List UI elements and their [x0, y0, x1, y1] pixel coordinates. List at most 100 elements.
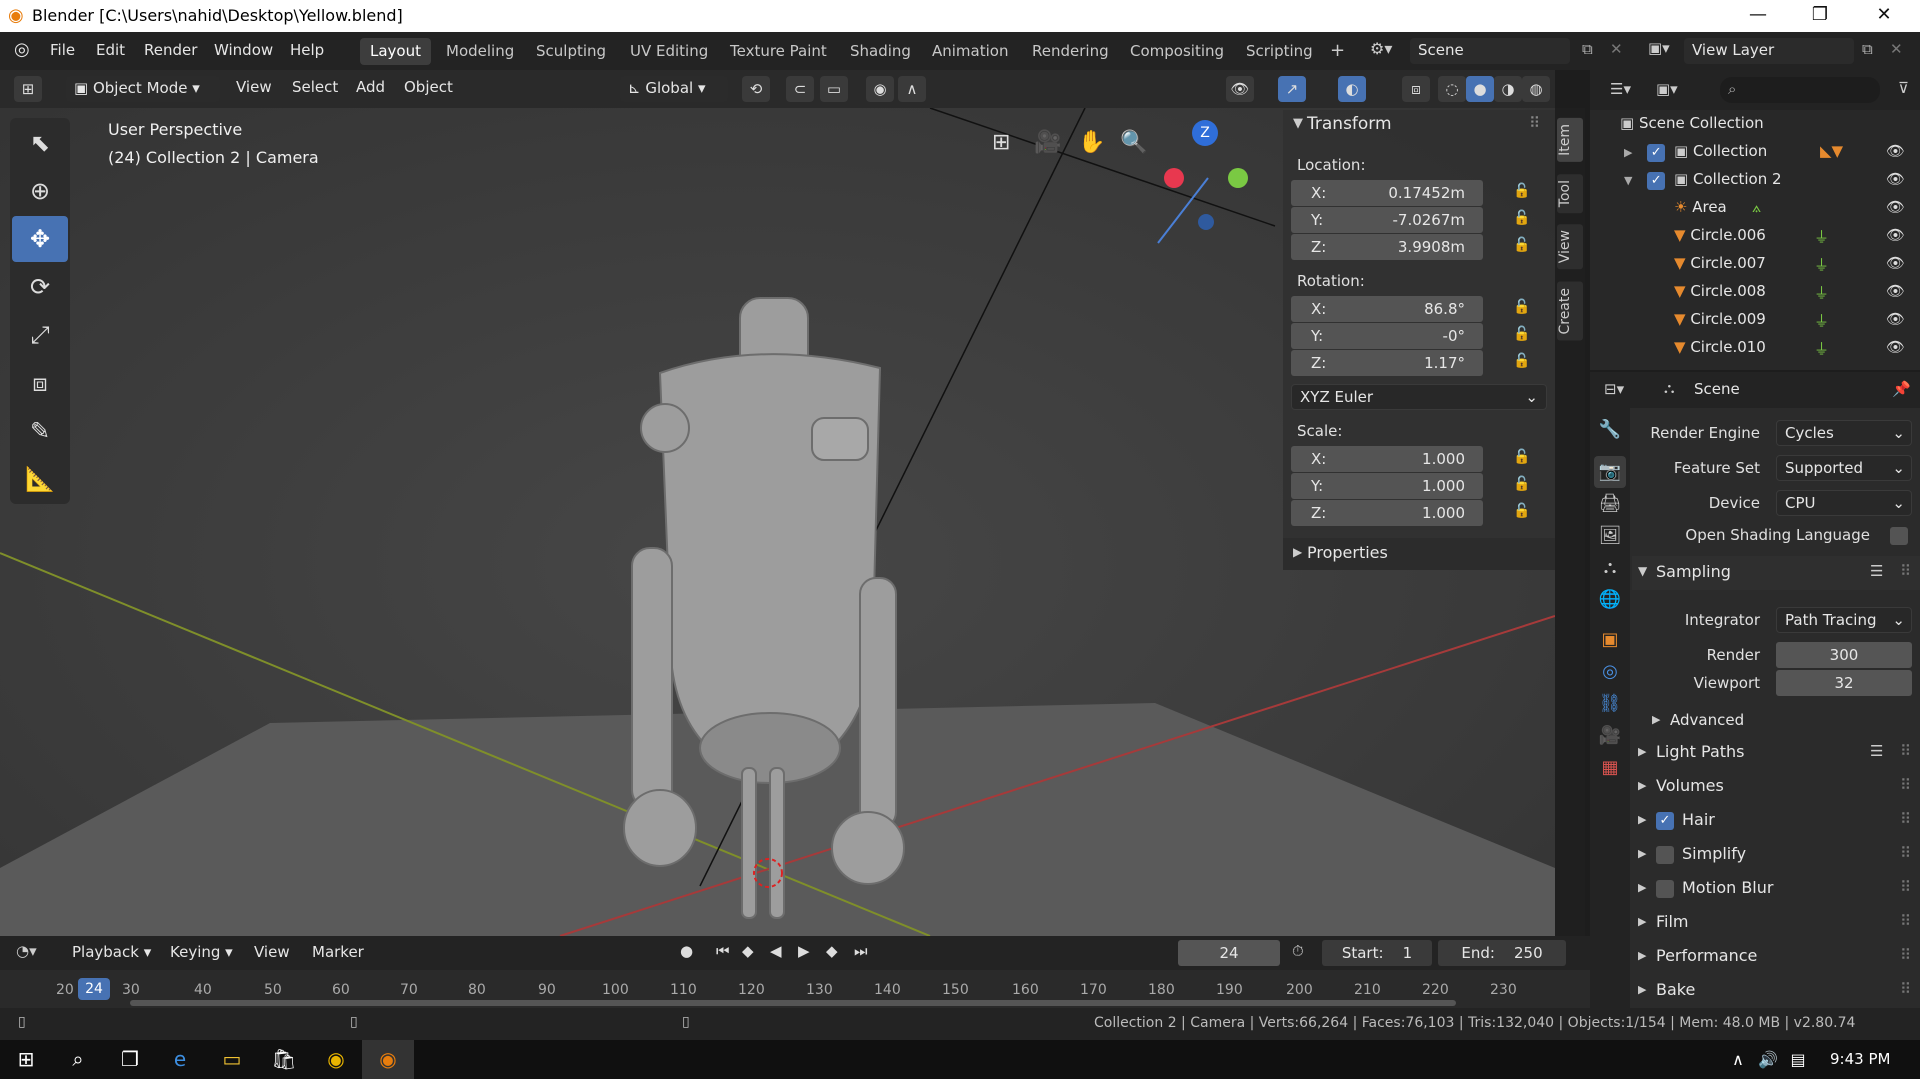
checkbox-icon[interactable]: ✓	[1647, 172, 1666, 190]
scale-y-field[interactable]: Y: 1.000	[1291, 473, 1483, 499]
clock[interactable]: 9:43 PM	[1830, 1050, 1890, 1068]
store-icon[interactable]: 🛍	[258, 1040, 310, 1079]
menu-object[interactable]: Object	[404, 78, 453, 96]
outliner-row[interactable]: ▼ Circle.006 ⏚ 👁	[1674, 226, 1914, 254]
file-explorer-icon[interactable]: ▭	[206, 1040, 258, 1079]
eye-icon[interactable]: 👁	[1886, 282, 1905, 300]
view-layer-tab-icon[interactable]: 🖼	[1594, 520, 1626, 552]
minimize-button[interactable]: —	[1738, 4, 1778, 25]
scale-tool-icon[interactable]: ⤢	[12, 312, 68, 358]
close-button[interactable]: ✕	[1864, 4, 1904, 25]
menu-view[interactable]: View	[254, 943, 290, 961]
pan-view-icon[interactable]: ✋	[1078, 130, 1105, 155]
blender-menu-icon[interactable]: ◎	[14, 39, 30, 60]
tab-shading[interactable]: Shading	[840, 38, 921, 65]
constraints-tab-icon[interactable]: ⛓	[1594, 688, 1626, 720]
menu-file[interactable]: File	[50, 41, 75, 59]
filter-icon[interactable]: ⊽	[1898, 79, 1909, 97]
menu-view[interactable]: View	[236, 78, 272, 96]
eye-icon[interactable]: 👁	[1886, 310, 1905, 328]
solid-shading-icon[interactable]: ●	[1466, 76, 1494, 102]
drag-handle-icon[interactable]: ⠿	[1900, 878, 1911, 896]
menu-edit[interactable]: Edit	[96, 41, 125, 59]
lock-icon[interactable]: 🔓	[1513, 503, 1533, 523]
eye-icon[interactable]: 👁	[1886, 338, 1905, 356]
task-view-icon[interactable]: ❐	[104, 1040, 156, 1079]
scene-name-field[interactable]: Scene	[1410, 38, 1570, 64]
lock-icon[interactable]: 🔓	[1513, 326, 1533, 346]
outliner-search-input[interactable]: ⌕	[1720, 77, 1880, 103]
volumes-panel[interactable]: ▶ Volumes ⠿	[1632, 772, 1920, 802]
lock-icon[interactable]: 🔓	[1513, 449, 1533, 469]
tab-tool[interactable]: Tool	[1557, 174, 1583, 214]
rotate-tool-icon[interactable]: ⟳	[12, 264, 68, 310]
presets-list-icon[interactable]: ☰	[1870, 742, 1883, 760]
delete-scene-icon[interactable]: ✕	[1610, 40, 1623, 58]
editor-type-icon[interactable]: ⊞	[14, 76, 42, 102]
search-icon[interactable]: ⌕	[52, 1040, 104, 1079]
menu-window[interactable]: Window	[214, 41, 273, 59]
scene-selector-icon[interactable]: ⚙▾	[1370, 39, 1392, 58]
performance-panel[interactable]: ▶ Performance ⠿	[1632, 942, 1920, 972]
mode-selector[interactable]: ▣ Object Mode ▾	[66, 76, 220, 102]
tab-create[interactable]: Create	[1557, 282, 1583, 341]
material-shading-icon[interactable]: ◑	[1494, 76, 1522, 102]
outliner-row[interactable]: ▼ Circle.007 ⏚ 👁	[1674, 254, 1914, 282]
xray-icon[interactable]: ⧈	[1402, 76, 1430, 102]
lock-icon[interactable]: 🔓	[1513, 237, 1533, 257]
world-tab-icon[interactable]: 🌐	[1594, 584, 1626, 616]
tab-texture-paint[interactable]: Texture Paint	[720, 38, 837, 65]
transform-orientation-dropdown[interactable]: ⊾ Global ▾	[620, 76, 728, 102]
eye-icon[interactable]: 👁	[1886, 198, 1905, 216]
advanced-subpanel[interactable]: ▶ Advanced	[1640, 708, 1920, 736]
eye-icon[interactable]: 👁	[1886, 142, 1905, 160]
physics-tab-icon[interactable]: ◎	[1594, 656, 1626, 688]
current-frame-field[interactable]: 24	[1178, 940, 1280, 966]
presets-list-icon[interactable]: ☰	[1870, 562, 1883, 580]
record-icon[interactable]: ●	[680, 942, 693, 960]
simplify-panel[interactable]: ▶ Simplify ⠿	[1632, 840, 1920, 870]
timeline-editor-icon[interactable]: ◔▾	[16, 942, 37, 960]
gizmo-y-axis[interactable]	[1228, 168, 1248, 188]
scale-x-field[interactable]: X: 1.000	[1291, 446, 1483, 472]
gizmo-toggle-icon[interactable]: ↗	[1278, 76, 1306, 102]
scene-tab-icon[interactable]: ⛬	[1594, 552, 1626, 584]
transform-panel-title[interactable]: Transform	[1307, 114, 1392, 134]
menu-keying[interactable]: Keying ▾	[170, 943, 233, 961]
drag-handle-icon[interactable]: ⠿	[1900, 562, 1911, 580]
checkbox-icon[interactable]: ✓	[1647, 144, 1666, 162]
snap-target-icon[interactable]: ▭	[820, 76, 848, 102]
film-panel[interactable]: ▶ Film ⠿	[1632, 908, 1920, 938]
menu-help[interactable]: Help	[290, 41, 324, 59]
eye-icon[interactable]: 👁	[1886, 170, 1905, 188]
menu-marker[interactable]: Marker	[312, 943, 364, 961]
properties-subpanel[interactable]: ▶ Properties	[1283, 538, 1555, 570]
drag-handle-icon[interactable]: ⠿	[1900, 742, 1911, 760]
chrome-icon[interactable]: ◉	[310, 1040, 362, 1079]
windows-start-icon[interactable]: ⊞	[0, 1040, 52, 1079]
tab-uv-editing[interactable]: UV Editing	[620, 38, 718, 65]
snap-icon[interactable]: ⊂	[786, 76, 814, 102]
add-workspace-button[interactable]: +	[1330, 40, 1345, 61]
edge-browser-icon[interactable]: e	[154, 1040, 206, 1079]
view-layer-icon[interactable]: ▣▾	[1648, 39, 1670, 57]
lock-icon[interactable]: 🔓	[1513, 476, 1533, 496]
gizmo-z-axis[interactable]: Z	[1192, 120, 1218, 146]
motion-blur-checkbox[interactable]	[1656, 880, 1674, 898]
rotation-mode-dropdown[interactable]: XYZ Euler ⌄	[1291, 384, 1547, 410]
render-tab-icon[interactable]: 📷	[1594, 456, 1626, 488]
transform-tool-icon[interactable]: ⧈	[12, 360, 68, 406]
menu-select[interactable]: Select	[292, 78, 338, 96]
delete-view-layer-icon[interactable]: ✕	[1890, 40, 1903, 58]
drag-handle-icon[interactable]: ⠿	[1900, 810, 1911, 828]
outliner-row[interactable]: ▼ Circle.010 ⏚ 👁	[1674, 338, 1914, 366]
jump-start-icon[interactable]: ⏮	[716, 942, 730, 960]
lock-icon[interactable]: 🔓	[1513, 210, 1533, 230]
location-x-field[interactable]: X: 0.17452m	[1291, 180, 1483, 206]
end-frame-field[interactable]: End: 250	[1438, 940, 1566, 966]
outliner-row[interactable]: ▼ Circle.009 ⏚ 👁	[1674, 310, 1914, 338]
integrator-dropdown[interactable]: Path Tracing ⌄	[1776, 607, 1912, 633]
rendered-shading-icon[interactable]: ◍	[1522, 76, 1550, 102]
play-icon[interactable]: ▶	[798, 942, 810, 960]
tab-rendering[interactable]: Rendering	[1022, 38, 1119, 65]
